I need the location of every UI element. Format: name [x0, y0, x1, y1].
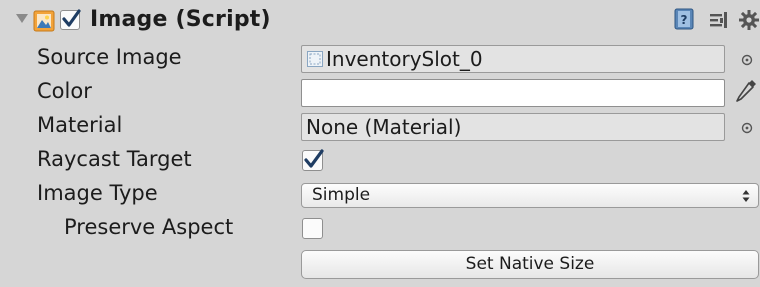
- updown-arrows-icon: [742, 188, 750, 202]
- sprite-thumbnail-icon: [307, 51, 323, 67]
- preset-sliders-icon[interactable]: [709, 11, 729, 29]
- set-native-size-label: Set Native Size: [465, 254, 595, 274]
- preserve-aspect-label: Preserve Aspect: [64, 215, 234, 239]
- source-image-value: InventorySlot_0: [326, 47, 483, 71]
- svg-text:?: ?: [681, 13, 688, 27]
- gear-icon[interactable]: [738, 9, 760, 31]
- image-type-dropdown[interactable]: Simple: [301, 183, 759, 208]
- component-title: Image (Script): [90, 7, 271, 32]
- row-material: Material None (Material): [0, 110, 760, 144]
- row-image-type: Image Type Simple: [0, 178, 760, 212]
- eyedropper-icon[interactable]: [734, 78, 758, 104]
- color-label: Color: [37, 79, 92, 103]
- inspector-component-panel: Image (Script) ? Source Image InventoryS…: [0, 0, 760, 287]
- object-picker-icon[interactable]: [741, 51, 753, 66]
- row-source-image: Source Image InventorySlot_0: [0, 42, 760, 76]
- source-image-field[interactable]: InventorySlot_0: [301, 45, 725, 73]
- set-native-size-button[interactable]: Set Native Size: [301, 250, 759, 279]
- row-preserve-aspect: Preserve Aspect: [0, 212, 760, 246]
- color-field[interactable]: [301, 79, 725, 107]
- raycast-target-label: Raycast Target: [37, 147, 192, 171]
- row-raycast-target: Raycast Target: [0, 144, 760, 178]
- raycast-target-checkbox[interactable]: [302, 149, 324, 171]
- row-set-native-size: Set Native Size: [0, 247, 760, 281]
- material-value: None (Material): [306, 115, 462, 139]
- preserve-aspect-checkbox[interactable]: [302, 218, 323, 239]
- row-color: Color: [0, 76, 760, 110]
- image-component-icon: [33, 10, 55, 32]
- component-enabled-checkbox[interactable]: [60, 9, 81, 30]
- image-type-value: Simple: [312, 185, 371, 205]
- material-label: Material: [37, 113, 123, 137]
- object-picker-icon[interactable]: [741, 119, 753, 134]
- foldout-arrow-icon[interactable]: [16, 14, 28, 23]
- checkmark-icon: [304, 149, 324, 168]
- component-header: Image (Script) ?: [0, 0, 760, 40]
- checkmark-icon: [62, 9, 81, 27]
- material-field[interactable]: None (Material): [301, 113, 725, 141]
- help-book-icon[interactable]: ?: [674, 8, 694, 30]
- source-image-label: Source Image: [37, 45, 182, 69]
- image-type-label: Image Type: [37, 181, 158, 205]
